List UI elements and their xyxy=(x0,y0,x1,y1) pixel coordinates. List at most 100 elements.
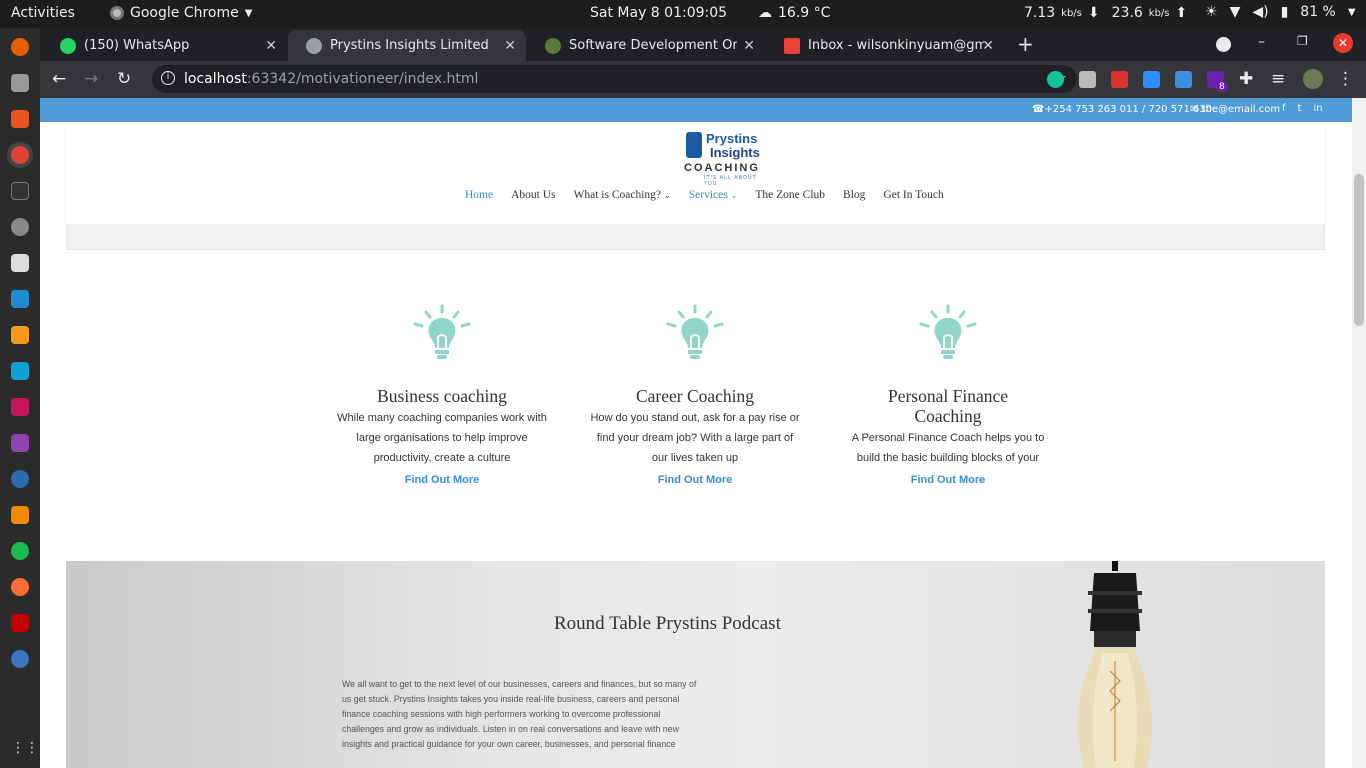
email-link[interactable]: ✉ the@email.com xyxy=(1190,104,1280,115)
forward-icon[interactable]: → xyxy=(84,70,98,88)
qbittorrent-icon[interactable] xyxy=(11,650,29,668)
vlc-icon[interactable] xyxy=(11,506,29,524)
facebook-icon[interactable]: f xyxy=(1282,103,1286,114)
system-top-bar: Activities Google Chrome ▼ Sat May 8 01:… xyxy=(0,0,1366,28)
activities-button[interactable]: Activities xyxy=(11,5,75,21)
postman-icon[interactable] xyxy=(11,578,29,596)
scrollbar-thumb[interactable] xyxy=(1354,174,1364,326)
reload-icon[interactable]: ↻ xyxy=(117,70,131,88)
tab-label: Prystins Insights Limited xyxy=(330,38,489,53)
nav-home[interactable]: Home xyxy=(465,189,493,201)
twitter-icon[interactable]: t xyxy=(1298,103,1302,114)
nav-label: What is Coaching? xyxy=(573,189,662,201)
tab-inbox[interactable]: Inbox - wilsonkinyuam@gmail.co ✕ xyxy=(766,30,1004,61)
zoom-icon[interactable] xyxy=(1143,71,1160,88)
close-icon[interactable]: ✕ xyxy=(265,38,277,54)
terminal-icon[interactable] xyxy=(11,182,29,200)
tab-software-dev[interactable]: Software Development Online | ✕ xyxy=(527,30,765,61)
tab-label: Inbox - wilsonkinyuam@gmail.co xyxy=(808,38,984,53)
tab-whatsapp[interactable]: (150) WhatsApp ✕ xyxy=(42,30,287,61)
chrome-menu-icon[interactable]: ⋮ xyxy=(1337,70,1354,88)
intellij-icon[interactable] xyxy=(11,398,29,416)
firefox-icon[interactable] xyxy=(11,38,29,56)
service-text: How do you stand out, ask for a pay rise… xyxy=(590,412,800,464)
mail-icon: ✉ xyxy=(1190,104,1202,115)
logo-mark-icon xyxy=(686,132,702,158)
logo-name-line1: Prystins xyxy=(706,131,758,146)
puzzle-extensions-icon[interactable]: ✚ xyxy=(1239,70,1253,88)
find-out-more-link[interactable]: Find Out More xyxy=(590,474,800,486)
media-control-icon[interactable]: ≡ xyxy=(1271,70,1285,88)
tab-search-icon[interactable] xyxy=(1216,37,1231,52)
nav-services[interactable]: Services ⌄ xyxy=(689,189,738,201)
page-scrollbar[interactable] xyxy=(1352,98,1366,768)
spotify-icon[interactable] xyxy=(11,542,29,560)
fi-extension-icon[interactable] xyxy=(1175,71,1192,88)
phone-number[interactable]: ☎+254 753 263 011 / 720 571 630 xyxy=(1032,104,1212,115)
find-out-more-link[interactable]: Find Out More xyxy=(843,474,1053,486)
weather-temp: 16.9 °C xyxy=(778,5,831,21)
close-icon[interactable]: ✕ xyxy=(504,38,516,54)
filezilla-icon[interactable] xyxy=(11,614,29,632)
site-logo[interactable]: Prystins Insights COACHING IT'S ALL ABOU… xyxy=(684,131,768,188)
close-icon[interactable]: ✕ xyxy=(982,38,994,54)
weather-indicator[interactable]: ☁ 16.9 °C xyxy=(758,5,830,21)
software-center-icon[interactable] xyxy=(11,110,29,128)
chrome-icon xyxy=(110,6,124,20)
podcast-section: Round Table Prystins Podcast We all want… xyxy=(66,561,1325,768)
settings-icon[interactable] xyxy=(11,218,29,236)
files-icon[interactable] xyxy=(11,74,29,92)
linkedin-icon[interactable]: in xyxy=(1313,103,1322,114)
system-menu[interactable]: ☀ ▼ ◀) ▮ 81 % ▼ xyxy=(1205,4,1356,20)
adblock-plus-icon[interactable] xyxy=(1111,71,1128,88)
show-apps-icon[interactable]: ⋮⋮ xyxy=(11,740,39,758)
webstorm-icon[interactable] xyxy=(11,362,29,380)
weather-icon: ☁ xyxy=(758,5,772,21)
address-bar[interactable]: i localhost:63342/motivationeer/index.ht… xyxy=(152,65,1077,93)
phone-icon: ☎ xyxy=(1032,104,1045,115)
close-icon[interactable]: ✕ xyxy=(743,38,755,54)
url-host: localhost xyxy=(184,71,247,87)
nav-blog[interactable]: Blog xyxy=(843,189,865,201)
nav-what-is-coaching[interactable]: What is Coaching? ⌄ xyxy=(574,189,671,201)
app-icon[interactable] xyxy=(11,470,29,488)
nav-about[interactable]: About Us xyxy=(511,189,555,201)
whatsapp-icon xyxy=(60,37,76,54)
extension-icon[interactable] xyxy=(1079,71,1096,88)
lightbulb-icon xyxy=(919,304,977,359)
screenshot-icon[interactable] xyxy=(11,254,29,272)
arrow-down-icon: ⬇ xyxy=(1087,5,1100,21)
brightness-icon: ☀ xyxy=(1205,4,1218,20)
net-down-unit: kb/s xyxy=(1061,7,1082,19)
app-menu[interactable]: Google Chrome ▼ xyxy=(110,5,252,21)
tree-icon xyxy=(545,37,561,54)
avatar[interactable] xyxy=(1303,69,1323,89)
battery-icon: ▮ xyxy=(1280,4,1289,20)
page-icon xyxy=(306,37,322,54)
service-title: Personal Finance Coaching xyxy=(887,386,1009,426)
tab-prystins[interactable]: Prystins Insights Limited ✕ xyxy=(288,30,526,61)
new-tab-button[interactable]: + xyxy=(1017,32,1034,56)
restore-icon[interactable]: ❐ xyxy=(1297,34,1308,48)
minimize-icon[interactable]: – xyxy=(1258,34,1265,50)
clock[interactable]: Sat May 8 01:09:05 xyxy=(590,5,727,21)
service-card-business: Business coaching While many coaching co… xyxy=(337,304,547,486)
nav-zone-club[interactable]: The Zone Club xyxy=(755,189,825,201)
edison-bulb-image xyxy=(1078,561,1152,768)
back-icon[interactable]: ← xyxy=(52,70,66,88)
chrome-icon[interactable] xyxy=(11,146,29,164)
caret-down-icon: ▼ xyxy=(244,7,253,19)
vscode-icon[interactable] xyxy=(11,290,29,308)
find-out-more-link[interactable]: Find Out More xyxy=(337,474,547,486)
grammarly-icon[interactable] xyxy=(1047,71,1064,88)
service-title: Career Coaching xyxy=(635,386,755,406)
battery-level: 81 % xyxy=(1300,4,1336,20)
nav-get-in-touch[interactable]: Get In Touch xyxy=(883,189,943,201)
sublime-icon[interactable] xyxy=(11,326,29,344)
phpstorm-icon[interactable] xyxy=(11,434,29,452)
close-window-icon[interactable]: ✕ xyxy=(1333,33,1353,53)
net-down-value: 7.13 xyxy=(1024,5,1056,21)
top-info-bar: ☎+254 753 263 011 / 720 571 630 ✉ the@em… xyxy=(40,98,1352,122)
lightbulb-icon xyxy=(666,304,724,359)
info-icon[interactable]: i xyxy=(161,71,175,85)
